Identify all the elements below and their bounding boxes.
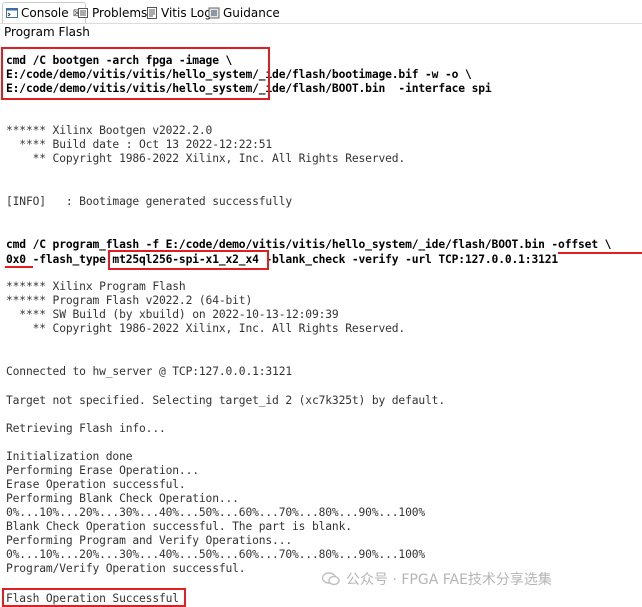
- console-line: Erase Operation successful.: [6, 478, 186, 491]
- tab-console[interactable]: Console ⊠: [2, 2, 87, 23]
- console-line: Retrieving Flash info...: [6, 422, 166, 435]
- console-icon: [6, 7, 18, 19]
- console-line: Blank Check Operation successful. The pa…: [6, 520, 352, 533]
- console-line: Program/Verify Operation successful.: [6, 562, 246, 575]
- tab-vitis-log-label: Vitis Log: [161, 5, 212, 20]
- vitis-log-icon: [146, 6, 158, 19]
- console-line-success: Flash Operation Successful: [6, 592, 179, 605]
- console-line: Performing Program and Verify Operations…: [6, 534, 293, 547]
- offset-value-underline: [5, 266, 33, 268]
- tab-vitis-log[interactable]: Vitis Log: [146, 2, 212, 23]
- console-line: **** SW Build (by xbuild) on 2022-10-13-…: [6, 308, 339, 321]
- console-line: ****** Xilinx Bootgen v2022.2.0: [6, 124, 213, 137]
- offset-underline: [558, 252, 642, 254]
- console-line: Target not specified. Selecting target_i…: [6, 394, 445, 407]
- tab-problems[interactable]: Problems: [77, 2, 147, 23]
- console-line: 0x0 -flash_type mt25ql256-spi-x1_x2_x4 -…: [6, 253, 559, 266]
- console-line: 0%...10%...20%...30%...40%...50%...60%..…: [6, 548, 426, 561]
- console-line: [INFO] : Bootimage generated successfull…: [6, 195, 293, 208]
- watermark-text: 公众号 · FPGA FAE技术分享选集: [346, 572, 552, 588]
- console-line: E:/code/demo/vitis/vitis/hello_system/_i…: [6, 68, 472, 81]
- console-line: cmd /C program_flash -f E:/code/demo/vit…: [6, 238, 612, 251]
- watermark: 公众号 · FPGA FAE技术分享选集: [321, 569, 552, 589]
- console-line: cmd /C bootgen -arch fpga -image \: [6, 54, 233, 67]
- console-line: ****** Xilinx Program Flash: [6, 280, 186, 293]
- tab-guidance[interactable]: Guidance: [208, 2, 280, 23]
- wechat-icon: [321, 572, 340, 586]
- console-line: **** Build date : Oct 13 2022-12:22:51: [6, 138, 273, 151]
- tab-console-label: Console: [21, 6, 69, 20]
- view-tab-bar: Console ⊠ Problems Vitis Log Guidance: [0, 0, 642, 24]
- console-line: E:/code/demo/vitis/vitis/hello_system/_i…: [6, 82, 492, 95]
- console-line: Performing Blank Check Operation...: [6, 492, 239, 505]
- tab-guidance-label: Guidance: [223, 5, 280, 20]
- console-line: ****** Program Flash v2022.2 (64-bit): [6, 294, 253, 307]
- console-line: Connected to hw_server @ TCP:127.0.0.1:3…: [6, 365, 293, 378]
- problems-icon: [77, 7, 89, 19]
- view-title: Program Flash: [4, 25, 90, 39]
- console-line: ** Copyright 1986-2022 Xilinx, Inc. All …: [6, 152, 406, 165]
- console-output[interactable]: cmd /C bootgen -arch fpga -image \ E:/co…: [0, 44, 642, 607]
- tab-problems-label: Problems: [92, 5, 148, 20]
- console-line: Performing Erase Operation...: [6, 464, 199, 477]
- guidance-icon: [208, 7, 220, 19]
- console-line: 0%...10%...20%...30%...40%...50%...60%..…: [6, 506, 426, 519]
- console-line: Initialization done: [6, 450, 133, 463]
- console-line: ** Copyright 1986-2022 Xilinx, Inc. All …: [6, 322, 406, 335]
